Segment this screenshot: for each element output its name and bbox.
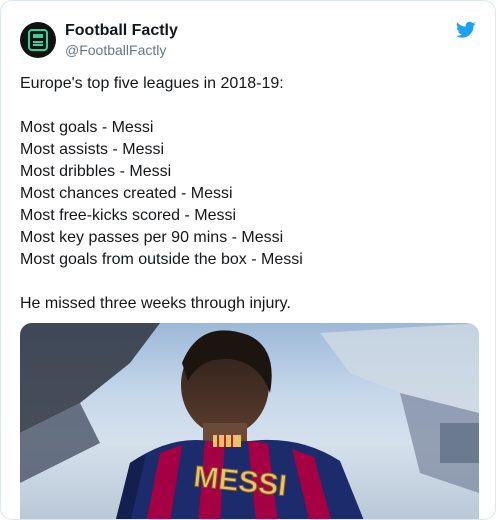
author-names[interactable]: Football Factly @FootballFactly <box>65 21 178 59</box>
tweet-text: Europe's top five leagues in 2018-19: Mo… <box>20 73 480 315</box>
stadium-roof-right <box>320 323 479 413</box>
stand-seats <box>440 423 479 463</box>
tweet-header: Football Factly @FootballFactly <box>20 19 178 61</box>
tweet-photo[interactable]: MESSI <box>20 323 479 519</box>
display-name[interactable]: Football Factly <box>65 21 178 41</box>
tweet-card[interactable]: Football Factly @FootballFactly Europe's… <box>0 0 496 520</box>
avatar[interactable] <box>20 22 56 58</box>
tweet-line: Most goals from outside the box - Messi <box>20 251 303 268</box>
handle[interactable]: @FootballFactly <box>65 41 178 59</box>
twitter-bird-icon[interactable] <box>456 21 476 39</box>
tweet-line: Most assists - Messi <box>20 141 165 158</box>
football-factly-logo-icon <box>28 29 48 51</box>
tweet-line: Most free-kicks scored - Messi <box>20 207 237 224</box>
tweet-line: Most goals - Messi <box>20 119 154 136</box>
tweet-line: Europe's top five leagues in 2018-19: <box>20 75 284 92</box>
tweet-line: Most key passes per 90 mins - Messi <box>20 229 284 246</box>
tweet-line: Most chances created - Messi <box>20 185 233 202</box>
messi-photo-illustration: MESSI <box>20 323 479 519</box>
stadium-roof-left <box>20 323 160 433</box>
tweet-line: He missed three weeks through injury. <box>20 295 291 312</box>
tweet-line: Most dribbles - Messi <box>20 163 172 180</box>
